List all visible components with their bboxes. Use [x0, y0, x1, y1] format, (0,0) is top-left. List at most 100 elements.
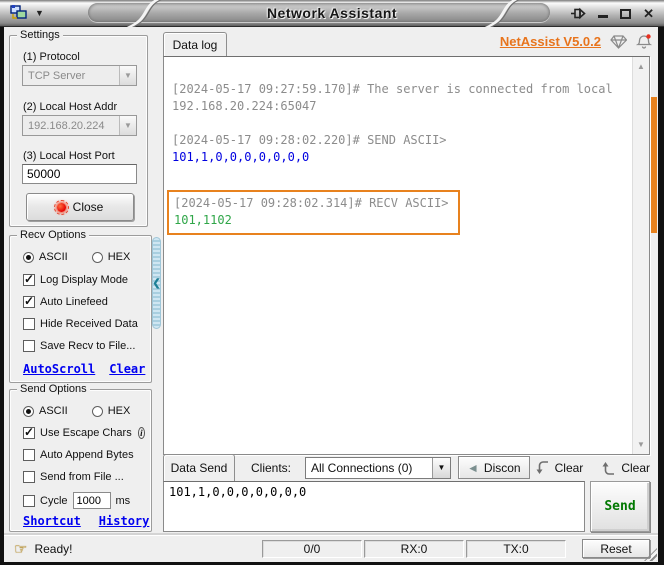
status-text: Ready! — [34, 542, 73, 556]
log-line: [2024-05-17 09:28:02.314]# RECV ASCII> — [174, 196, 449, 210]
recv-options-legend: Recv Options — [17, 229, 90, 241]
notification-badge — [646, 34, 651, 39]
connection-status-dot-icon — [53, 199, 69, 215]
version-link[interactable]: NetAssist V5.0.2 — [500, 34, 601, 49]
local-addr-label: (2) Local Host Addr — [23, 101, 118, 113]
data-log-view[interactable]: [2024-05-17 09:27:59.170]# The server is… — [163, 56, 650, 455]
tab-data-log[interactable]: Data log — [163, 32, 227, 57]
send-options-group: Send Options ASCII HEX Use Escape Chars … — [9, 383, 152, 532]
send-ascii-radio[interactable] — [23, 405, 34, 417]
log-line: [2024-05-17 09:27:59.170]# The server is… — [172, 82, 613, 96]
panel-collapse-handle[interactable]: ❮ — [152, 237, 161, 329]
close-window-button[interactable]: ✕ — [643, 7, 654, 20]
curved-up-arrow-icon — [602, 461, 615, 475]
content-area: Settings (1) Protocol TCP Server ▼ (2) L… — [4, 27, 658, 562]
clear-send-button[interactable]: Clear — [601, 460, 650, 476]
chevron-down-icon[interactable]: ▼ — [119, 66, 136, 85]
clear-recv-button[interactable]: Clear — [535, 460, 584, 476]
cycle-checkbox[interactable] — [23, 494, 35, 507]
local-port-label: (3) Local Host Port — [23, 150, 115, 162]
auto-append-bytes-checkbox[interactable] — [23, 449, 35, 461]
data-log-tab-label: Data log — [172, 38, 218, 52]
pin-icon[interactable] — [570, 7, 586, 20]
shortcut-link[interactable]: Shortcut — [23, 514, 81, 528]
settings-group: Settings (1) Protocol TCP Server ▼ (2) L… — [9, 29, 148, 227]
close-connection-button[interactable]: Close — [26, 193, 134, 221]
log-content: [2024-05-17 09:27:59.170]# The server is… — [167, 81, 625, 235]
auto-linefeed-checkbox[interactable] — [23, 294, 35, 308]
recv-ascii-radio[interactable] — [23, 251, 34, 263]
disconnect-button-label: Discon — [483, 460, 521, 475]
autoscroll-link[interactable]: AutoScroll — [23, 362, 95, 376]
reset-counters-button[interactable]: Reset — [582, 539, 650, 558]
statusbar: ☞ Ready! 0/0 RX:0 TX:0 Reset — [4, 535, 658, 562]
chevron-down-icon[interactable]: ▼ — [119, 116, 136, 135]
protocol-value: TCP Server — [28, 69, 86, 82]
clear-send-label: Clear — [621, 460, 650, 475]
window-title: Network Assistant — [266, 5, 398, 21]
send-data-input[interactable]: 101,1,0,0,0,0,0,0,0 — [163, 481, 585, 532]
save-recv-to-file-label: Save Recv to File... — [40, 340, 136, 352]
use-escape-chars-checkbox[interactable] — [23, 425, 35, 439]
history-link[interactable]: History — [99, 514, 150, 528]
left-arrow-icon: ◄ — [467, 460, 479, 475]
hide-received-data-label: Hide Received Data — [40, 318, 138, 330]
local-addr-select[interactable]: 192.168.20.224 ▼ — [22, 115, 137, 136]
pointing-hand-icon: ☞ — [14, 541, 28, 558]
connection-counter-value: 0/0 — [303, 542, 321, 556]
log-recv-data: 101,1102 — [174, 213, 232, 227]
tx-counter-panel: TX:0 — [466, 540, 566, 558]
send-options-legend: Send Options — [17, 383, 90, 395]
recv-hex-label: HEX — [107, 251, 131, 263]
send-hex-radio[interactable] — [91, 405, 103, 417]
rx-counter-value: RX:0 — [400, 542, 428, 556]
recv-ascii-label: ASCII — [39, 251, 68, 263]
use-escape-chars-label: Use Escape Chars — [40, 427, 132, 439]
auto-linefeed-label: Auto Linefeed — [40, 296, 108, 308]
diamond-icon[interactable] — [610, 34, 627, 49]
scroll-up-icon[interactable]: ▲ — [633, 62, 649, 71]
save-recv-to-file-checkbox[interactable] — [23, 340, 35, 352]
chevron-down-icon[interactable]: ▼ — [432, 457, 451, 478]
curved-down-arrow-icon — [536, 460, 548, 474]
disconnect-button[interactable]: ◄ Discon — [458, 456, 530, 479]
log-scrollbar[interactable]: ▲ ▼ — [632, 57, 649, 454]
recv-clear-link[interactable]: Clear — [109, 362, 145, 376]
titlebar[interactable]: ▼ Network Assistant ✕ — [0, 0, 664, 27]
send-from-file-checkbox[interactable] — [23, 471, 35, 483]
tab-data-send[interactable]: Data Send — [163, 454, 235, 481]
send-button-label: Send — [604, 499, 636, 514]
log-display-mode-checkbox[interactable] — [23, 272, 35, 286]
info-icon[interactable]: i — [137, 427, 145, 439]
tx-counter-value: TX:0 — [503, 542, 529, 556]
clients-select[interactable]: All Connections (0) ▼ — [305, 456, 452, 479]
send-hex-label: HEX — [107, 405, 131, 417]
minimize-button[interactable] — [598, 15, 609, 18]
app-window: ▼ Network Assistant ✕ Settings (1) Proto… — [0, 0, 664, 565]
auto-append-bytes-label: Auto Append Bytes — [40, 449, 134, 461]
recv-hex-radio[interactable] — [91, 251, 103, 263]
settings-legend: Settings — [17, 29, 63, 41]
scroll-down-icon[interactable]: ▼ — [633, 440, 649, 449]
data-send-tab-label: Data Send — [170, 461, 228, 475]
log-line: [2024-05-17 09:28:02.220]# SEND ASCII> — [172, 133, 447, 147]
send-from-file-label: Send from File ... — [40, 471, 124, 483]
chevron-left-icon: ❮ — [152, 277, 161, 289]
log-line: 192.168.20.224:65047 — [172, 99, 317, 113]
reset-button-label: Reset — [600, 541, 632, 556]
log-display-mode-label: Log Display Mode — [40, 274, 129, 286]
clients-label: Clients: — [251, 460, 292, 475]
send-button[interactable]: Send — [590, 481, 650, 532]
recv-options-group: Recv Options ASCII HEX Log Display Mode … — [9, 229, 152, 383]
notification-bell-icon[interactable] — [636, 34, 652, 49]
highlighted-recv-entry: [2024-05-17 09:28:02.314]# RECV ASCII> 1… — [167, 190, 460, 235]
hide-received-data-checkbox[interactable] — [23, 318, 35, 330]
connection-counter-panel: 0/0 — [262, 540, 362, 558]
protocol-label: (1) Protocol — [23, 51, 80, 63]
local-port-input[interactable] — [22, 164, 137, 184]
protocol-select[interactable]: TCP Server ▼ — [22, 65, 137, 86]
clear-recv-label: Clear — [554, 460, 584, 475]
maximize-button[interactable] — [620, 8, 632, 19]
local-addr-value: 192.168.20.224 — [28, 119, 105, 132]
cycle-interval-input[interactable] — [72, 492, 111, 509]
